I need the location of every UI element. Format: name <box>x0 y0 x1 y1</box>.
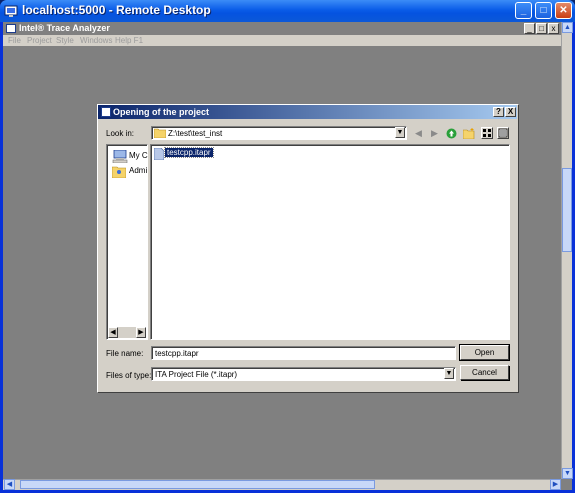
computer-icon[interactable] <box>112 150 128 163</box>
new-folder-icon[interactable] <box>463 128 475 139</box>
places-pane: My C Admi ◀ ▶ <box>106 144 148 340</box>
scroll-left-button[interactable]: ◀ <box>4 479 15 490</box>
open-button[interactable]: Open <box>459 344 510 361</box>
look-in-value: Z:\test\test_inst <box>168 129 223 138</box>
places-scroll-right[interactable]: ▶ <box>136 327 146 338</box>
file-list[interactable]: testcpp.itapr <box>150 144 510 340</box>
menu-bar: File Project Style Windows Help F1 <box>3 35 561 46</box>
forward-icon[interactable]: ▶ <box>429 128 440 139</box>
scroll-up-button[interactable]: ▲ <box>562 22 573 33</box>
look-in-combo[interactable]: Z:\test\test_inst ▼ <box>151 126 407 140</box>
menu-windows[interactable]: Windows <box>80 36 112 45</box>
file-type-value: ITA Project File (*.itapr) <box>155 370 238 379</box>
places-hscrollbar[interactable]: ◀ ▶ <box>108 327 146 338</box>
dialog-app-icon <box>101 107 111 117</box>
dialog-title: Opening of the project <box>113 107 209 117</box>
app-icon <box>6 24 16 33</box>
file-icon <box>154 148 164 160</box>
scroll-right-button[interactable]: ▶ <box>550 479 561 490</box>
menu-project[interactable]: Project <box>27 36 52 45</box>
file-name-value: testcpp.itapr <box>155 349 199 358</box>
maximize-button[interactable]: □ <box>535 2 552 19</box>
vertical-scroll-thumb[interactable] <box>562 168 572 252</box>
file-type-combo[interactable]: ITA Project File (*.itapr) ▼ <box>151 367 456 381</box>
close-button[interactable]: ✕ <box>555 2 572 19</box>
menu-help[interactable]: Help F1 <box>115 36 143 45</box>
app-close-button[interactable]: x <box>548 23 559 34</box>
file-type-dropdown-arrow[interactable]: ▼ <box>444 368 454 379</box>
look-in-dropdown-arrow[interactable]: ▼ <box>395 127 405 138</box>
horizontal-scroll-thumb[interactable] <box>20 480 375 489</box>
scroll-down-button[interactable]: ▼ <box>562 468 573 479</box>
minimize-button[interactable]: _ <box>515 2 532 19</box>
remote-desktop-titlebar[interactable]: localhost:5000 - Remote Desktop _ □ ✕ <box>0 0 575 22</box>
folder-icon <box>154 128 166 138</box>
file-name-input[interactable]: testcpp.itapr <box>151 346 456 360</box>
file-name-label: File name: <box>106 349 144 358</box>
user-folder-icon[interactable] <box>112 165 126 178</box>
app-title: Intel® Trace Analyzer <box>19 23 110 33</box>
window-title: localhost:5000 - Remote Desktop <box>22 3 211 17</box>
menu-file[interactable]: File <box>8 36 21 45</box>
place-admin[interactable]: Admi <box>129 166 147 175</box>
details-view-icon[interactable] <box>497 127 509 139</box>
app-minimize-button[interactable]: _ <box>524 23 535 34</box>
list-view-icon[interactable] <box>481 127 493 139</box>
remote-desktop-icon <box>4 5 18 17</box>
cancel-button[interactable]: Cancel <box>460 365 509 380</box>
app-titlebar[interactable]: Intel® Trace Analyzer _ □ x <box>3 22 561 35</box>
place-my-computer[interactable]: My C <box>129 151 148 160</box>
app-maximize-button[interactable]: □ <box>536 23 547 34</box>
file-item[interactable]: testcpp.itapr <box>164 147 214 158</box>
up-folder-icon[interactable] <box>446 128 457 139</box>
file-type-label: Files of type: <box>106 371 152 380</box>
help-button[interactable]: ? <box>493 107 504 117</box>
dialog-close-button[interactable]: X <box>505 107 516 117</box>
back-icon[interactable]: ◀ <box>413 128 424 139</box>
menu-style[interactable]: Style <box>56 36 74 45</box>
look-in-label: Look in: <box>106 129 135 138</box>
places-scroll-left[interactable]: ◀ <box>108 327 118 338</box>
